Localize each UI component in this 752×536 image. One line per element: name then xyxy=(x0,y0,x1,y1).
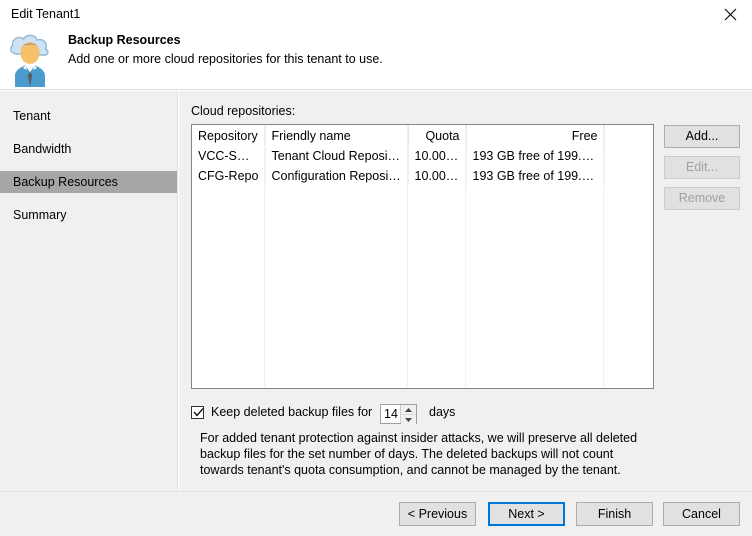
cell-spacer xyxy=(604,146,653,166)
close-icon[interactable] xyxy=(708,0,752,28)
column-header-quota[interactable]: Quota xyxy=(408,125,467,146)
sidebar-item-backup-resources[interactable]: Backup Resources xyxy=(0,171,177,193)
keep-deleted-description: For added tenant protection against insi… xyxy=(200,431,638,477)
column-divider xyxy=(465,125,466,388)
column-header-friendly-name[interactable]: Friendly name xyxy=(265,125,409,146)
wizard-step-sidebar: Tenant Bandwidth Backup Resources Summar… xyxy=(0,91,178,491)
retention-days-unit-label: days xyxy=(429,405,456,419)
column-header-spacer[interactable] xyxy=(604,125,653,146)
cell-free: 193 GB free of 199.9 GB xyxy=(466,146,605,166)
cell-repository: VCC-SOBR xyxy=(192,146,266,166)
column-divider xyxy=(407,125,408,388)
sidebar-item-tenant[interactable]: Tenant xyxy=(0,105,177,127)
cell-friendly-name: Tenant Cloud Repository xyxy=(265,146,409,166)
keep-deleted-checkbox[interactable] xyxy=(191,406,204,419)
previous-button[interactable]: < Previous xyxy=(399,502,476,526)
keep-deleted-label: Keep deleted backup files for xyxy=(211,405,373,419)
stepper-down-icon[interactable] xyxy=(401,414,416,424)
header-banner: Backup Resources Add one or more cloud r… xyxy=(0,28,752,90)
remove-button[interactable]: Remove xyxy=(664,187,740,210)
edit-button[interactable]: Edit... xyxy=(664,156,740,179)
table-row[interactable]: CFG-Repo Configuration Reposit... 10.00 … xyxy=(192,166,653,186)
title-bar: Edit Tenant1 xyxy=(0,0,752,28)
stepper-up-icon[interactable] xyxy=(401,405,416,414)
dialog-footer: < Previous Next > Finish Cancel xyxy=(0,491,752,536)
sidebar-item-bandwidth[interactable]: Bandwidth xyxy=(0,138,177,160)
tenant-cloud-user-icon xyxy=(6,32,56,87)
cloud-repositories-list[interactable]: Repository Friendly name Quota Free VCC-… xyxy=(191,124,654,389)
column-header-free[interactable]: Free xyxy=(466,125,605,146)
stepper-buttons xyxy=(400,405,416,424)
cell-friendly-name: Configuration Reposit... xyxy=(265,166,409,186)
retention-days-value[interactable]: 14 xyxy=(384,407,398,421)
cell-free: 193 GB free of 199.9 GB xyxy=(466,166,605,186)
retention-days-stepper[interactable]: 14 xyxy=(380,404,417,424)
next-button[interactable]: Next > xyxy=(488,502,565,526)
page-subtitle: Add one or more cloud repositories for t… xyxy=(68,52,383,66)
column-header-repository[interactable]: Repository xyxy=(192,125,266,146)
table-row[interactable]: VCC-SOBR Tenant Cloud Repository 10.00 T… xyxy=(192,146,653,166)
cloud-repositories-label: Cloud repositories: xyxy=(191,104,296,118)
cell-quota: 10.00 GB xyxy=(408,166,467,186)
cancel-button[interactable]: Cancel xyxy=(663,502,740,526)
table-header-row: Repository Friendly name Quota Free xyxy=(192,125,653,146)
window-title: Edit Tenant1 xyxy=(11,7,81,21)
cell-spacer xyxy=(604,166,653,186)
sidebar-item-summary[interactable]: Summary xyxy=(0,204,177,226)
finish-button[interactable]: Finish xyxy=(576,502,653,526)
repositories-table: Repository Friendly name Quota Free VCC-… xyxy=(192,125,653,186)
content-pane: Cloud repositories: Repository Friendly … xyxy=(179,91,752,491)
column-divider xyxy=(264,125,265,388)
column-divider xyxy=(603,125,604,388)
cell-repository: CFG-Repo xyxy=(192,166,266,186)
add-button[interactable]: Add... xyxy=(664,125,740,148)
page-title: Backup Resources xyxy=(68,33,181,47)
cell-quota: 10.00 TB xyxy=(408,146,467,166)
